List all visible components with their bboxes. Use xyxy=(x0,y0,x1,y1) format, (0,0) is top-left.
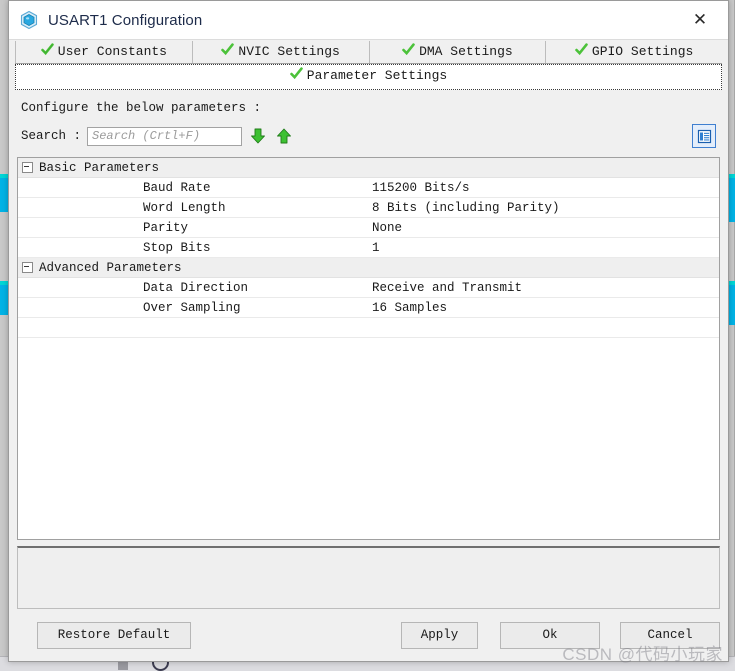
param-value: Receive and Transmit xyxy=(372,280,523,295)
filler-cell xyxy=(370,317,719,338)
close-icon[interactable]: ✕ xyxy=(678,2,722,38)
tab-label: User Constants xyxy=(57,44,167,59)
arrow-up-icon[interactable] xyxy=(274,126,294,146)
tab-gpio-settings[interactable]: GPIO Settings xyxy=(545,41,722,63)
table-row[interactable]: Over Sampling 16 Samples xyxy=(18,297,719,318)
tab-label: NVIC Settings xyxy=(238,44,340,59)
group-label: Basic Parameters xyxy=(39,160,160,175)
param-name: Baud Rate xyxy=(143,180,211,195)
green-check-icon xyxy=(289,66,303,88)
cube-icon xyxy=(19,10,39,30)
description-panel xyxy=(17,546,720,609)
restore-default-button[interactable]: Restore Default xyxy=(37,621,191,649)
dialog-title: USART1 Configuration xyxy=(48,11,203,29)
tab-dma-settings[interactable]: DMA Settings xyxy=(368,41,546,63)
tab-label: DMA Settings xyxy=(419,44,513,59)
list-view-icon[interactable] xyxy=(692,124,716,148)
table-row[interactable]: Stop Bits 1 xyxy=(18,237,719,258)
table-row[interactable]: Word Length 8 Bits (including Parity) xyxy=(18,197,719,218)
tab-label: Parameter Settings xyxy=(306,68,448,83)
green-check-icon xyxy=(575,42,588,63)
param-value: 8 Bits (including Parity) xyxy=(372,200,560,215)
param-name-cell: Baud Rate xyxy=(18,177,370,198)
group-name-cell: Basic Parameters xyxy=(18,158,370,178)
filler-cell xyxy=(18,317,370,338)
table-row[interactable]: Data Direction Receive and Transmit xyxy=(18,277,719,298)
param-name: Over Sampling xyxy=(143,300,241,315)
search-row: Search : xyxy=(17,124,720,157)
param-name: Stop Bits xyxy=(143,240,211,255)
dialog-footer: Restore Default Apply Ok Cancel xyxy=(9,609,728,661)
search-input[interactable] xyxy=(87,126,243,146)
param-value: 1 xyxy=(372,240,380,255)
param-name-cell: Parity xyxy=(18,217,370,238)
tab-bar: User Constants NVIC Settings DMA Setting… xyxy=(9,40,728,90)
green-check-icon xyxy=(40,42,54,63)
tab-user-constants[interactable]: User Constants xyxy=(15,41,192,63)
collapse-icon[interactable] xyxy=(22,262,33,273)
group-value-cell xyxy=(370,158,719,178)
cancel-button[interactable]: Cancel xyxy=(620,621,720,649)
table-group-row[interactable]: Advanced Parameters xyxy=(18,257,719,278)
param-value: None xyxy=(372,220,403,235)
usart1-configuration-dialog: USART1 Configuration ✕ User Constants NV… xyxy=(8,0,729,662)
search-label: Search : xyxy=(21,129,82,143)
param-name: Data Direction xyxy=(143,280,249,295)
tab-parameter-settings[interactable]: Parameter Settings xyxy=(15,64,722,90)
instruction-text: Configure the below parameters : xyxy=(21,101,262,115)
collapse-icon[interactable] xyxy=(22,162,33,173)
param-value-cell[interactable]: Receive and Transmit xyxy=(370,277,719,298)
table-row[interactable]: Parity None xyxy=(18,217,719,238)
green-check-icon xyxy=(402,42,415,63)
param-value-cell[interactable]: 115200 Bits/s xyxy=(370,177,719,198)
group-label: Advanced Parameters xyxy=(39,260,182,275)
table-filler-row xyxy=(18,317,719,338)
dialog-content: Configure the below parameters : Search … xyxy=(9,90,728,609)
param-name: Parity xyxy=(143,220,189,235)
group-value-cell xyxy=(370,257,719,278)
table-group-row[interactable]: Basic Parameters xyxy=(18,158,719,178)
dialog-titlebar: USART1 Configuration ✕ xyxy=(9,1,728,40)
param-name-cell: Stop Bits xyxy=(18,237,370,258)
param-name-cell: Data Direction xyxy=(18,277,370,298)
arrow-down-icon[interactable] xyxy=(248,126,268,146)
green-check-icon xyxy=(221,42,235,63)
param-value: 16 Samples xyxy=(372,300,448,315)
param-name: Word Length xyxy=(143,200,226,215)
param-name-cell: Word Length xyxy=(18,197,370,218)
param-value-cell[interactable]: 1 xyxy=(370,237,719,258)
parameters-table-container[interactable]: Basic Parameters Baud Rate 115200 Bits/s xyxy=(17,157,720,540)
param-value-cell[interactable]: 16 Samples xyxy=(370,297,719,318)
ok-button[interactable]: Ok xyxy=(500,621,600,649)
param-value-cell[interactable]: None xyxy=(370,217,719,238)
tab-row-secondary: Parameter Settings xyxy=(15,64,722,90)
table-row[interactable]: Baud Rate 115200 Bits/s xyxy=(18,177,719,198)
tab-row-primary: User Constants NVIC Settings DMA Setting… xyxy=(15,41,722,64)
apply-button[interactable]: Apply xyxy=(401,621,478,649)
param-name-cell: Over Sampling xyxy=(18,297,370,318)
tab-nvic-settings[interactable]: NVIC Settings xyxy=(191,41,369,63)
tab-label: GPIO Settings xyxy=(591,44,694,59)
group-name-cell: Advanced Parameters xyxy=(18,257,370,278)
param-value-cell[interactable]: 8 Bits (including Parity) xyxy=(370,197,719,218)
parameters-table: Basic Parameters Baud Rate 115200 Bits/s xyxy=(18,158,719,338)
param-value: 115200 Bits/s xyxy=(372,180,470,195)
